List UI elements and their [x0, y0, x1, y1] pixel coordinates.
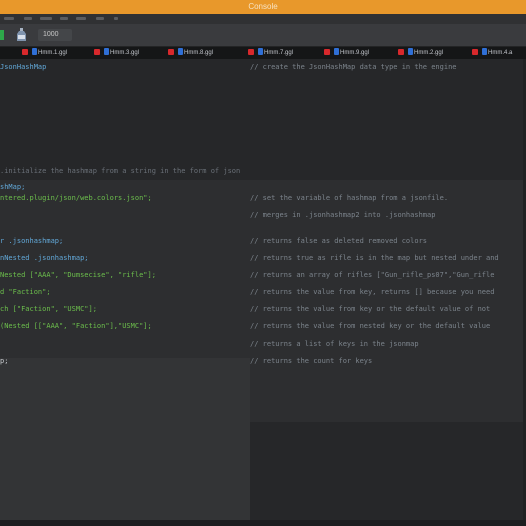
close-icon[interactable]	[168, 48, 174, 55]
window-title-bar[interactable]: Console	[0, 0, 526, 14]
file-tab[interactable]: Hmm.1.ggl	[22, 48, 68, 58]
code-comment: // returns the value from nested key or …	[250, 322, 491, 330]
tab-label: Hmm.4.a	[488, 50, 513, 57]
file-icon	[258, 48, 263, 55]
tab-label: Hmm.8.ggl	[184, 50, 214, 57]
code-comment: // returns a list of keys in the jsonmap	[250, 340, 419, 348]
file-icon	[408, 48, 413, 55]
toolbar: 1000	[0, 24, 526, 47]
code-line: ch ["Faction", "USMC"];	[0, 305, 97, 313]
run-indicator-icon[interactable]	[0, 30, 4, 40]
code-line: (Nested [["AAA", "Faction"],"USMC"];	[0, 322, 152, 330]
close-icon[interactable]	[472, 48, 478, 55]
code-editor[interactable]: JsonHashMap // create the JsonHashMap da…	[0, 59, 526, 526]
file-tab[interactable]: Hmm.3.ggl	[94, 48, 140, 58]
menu-item[interactable]	[40, 17, 52, 20]
close-icon[interactable]	[94, 48, 100, 55]
file-icon	[104, 48, 109, 55]
close-icon[interactable]	[248, 48, 254, 55]
code-comment: // set the variable of hashmap from a js…	[250, 194, 449, 202]
menu-item[interactable]	[4, 17, 14, 20]
code-line: ntered.plugin/json/web.colors.json";	[0, 194, 152, 202]
tab-label: Hmm.7.ggl	[264, 50, 294, 57]
file-tab[interactable]: Hmm.7.ggl	[248, 48, 294, 58]
tab-label: Hmm.3.ggl	[110, 50, 140, 57]
code-comment: // returns the value from key, returns […	[250, 288, 495, 296]
code-comment: .initialize the hashmap from a string in…	[0, 167, 241, 175]
close-icon[interactable]	[22, 48, 28, 55]
menu-item[interactable]	[114, 17, 118, 20]
code-comment: // create the JsonHashMap data type in t…	[250, 63, 457, 71]
file-icon	[334, 48, 339, 55]
close-icon[interactable]	[324, 48, 330, 55]
tab-label: Hmm.2.ggl	[414, 50, 444, 57]
code-comment: // merges in .jsonhashmap2 into .jsonhas…	[250, 211, 436, 219]
code-line: r .jsonhashmap;	[0, 237, 64, 245]
value-field[interactable]: 1000	[38, 29, 72, 41]
status-bar	[0, 520, 526, 526]
code-comment: // returns an array of rifles ["Gun_rifl…	[250, 271, 495, 279]
code-line: nNested .jsonhashmap;	[0, 254, 89, 262]
menu-item[interactable]	[96, 17, 104, 20]
code-comment: // returns false as deleted removed colo…	[250, 237, 428, 245]
menu-item[interactable]	[60, 17, 68, 20]
file-tab-bar: Hmm.1.ggl Hmm.3.ggl Hmm.8.ggl Hmm.7.ggl …	[0, 47, 526, 59]
code-line: p;	[0, 357, 9, 365]
file-tab[interactable]: Hmm.9.ggl	[324, 48, 370, 58]
menu-item[interactable]	[24, 17, 32, 20]
file-tab[interactable]: Hmm.4.a	[472, 48, 513, 58]
code-comment: // returns the count for keys	[250, 357, 373, 365]
menu-bar	[0, 14, 526, 24]
menu-item[interactable]	[76, 17, 86, 20]
close-icon[interactable]	[398, 48, 404, 55]
code-line: Nested ["AAA", "Dumsecise", "rifle"];	[0, 271, 156, 279]
code-line: shMap;	[0, 183, 26, 191]
code-line: JsonHashMap	[0, 63, 47, 71]
code-line: d "Faction";	[0, 288, 51, 296]
code-comment: // returns true as rifle is in the map b…	[250, 254, 499, 262]
file-icon	[482, 48, 487, 55]
window-title: Console	[248, 2, 278, 11]
editor-section	[0, 358, 250, 526]
tab-label: Hmm.1.ggl	[38, 50, 68, 57]
file-icon	[32, 48, 37, 55]
file-tab[interactable]: Hmm.2.ggl	[398, 48, 444, 58]
file-tab[interactable]: Hmm.8.ggl	[168, 48, 214, 58]
tab-label: Hmm.9.ggl	[340, 50, 370, 57]
file-icon	[178, 48, 183, 55]
bottle-icon[interactable]	[15, 28, 28, 42]
code-comment: // returns the value from key or the def…	[250, 305, 491, 313]
